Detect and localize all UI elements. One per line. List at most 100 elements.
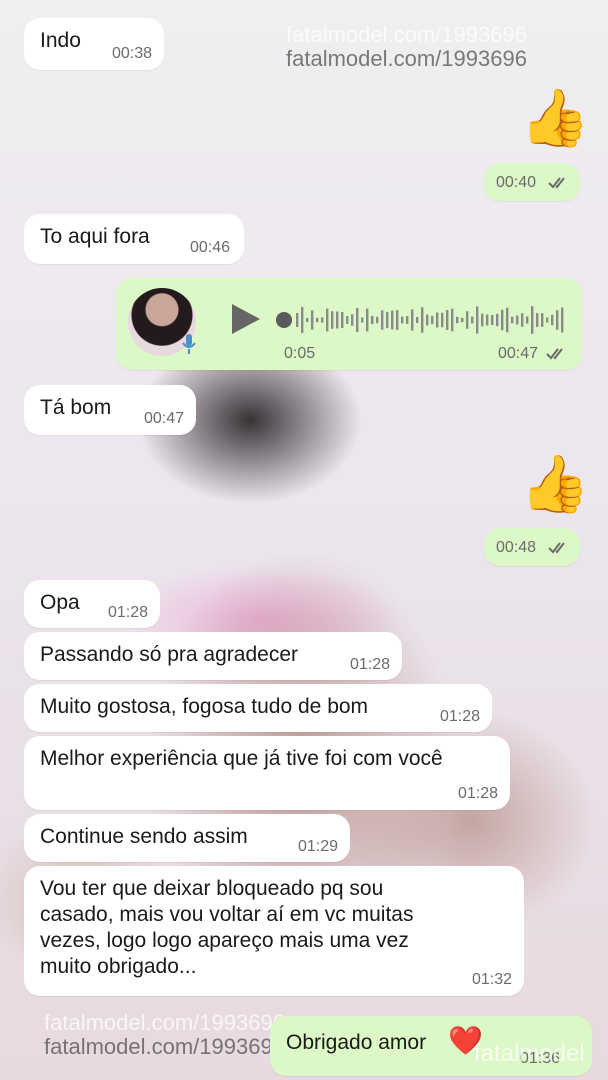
- waveform-bar: [306, 317, 309, 323]
- waveform-bar: [546, 317, 549, 323]
- waveform-bar: [446, 310, 449, 330]
- waveform-bar: [436, 312, 439, 328]
- message-time: 00:46: [189, 239, 230, 256]
- waveform-bar: [451, 308, 454, 332]
- message-bubble-incoming[interactable]: To aqui fora 00:46: [24, 214, 244, 264]
- waveform-bar: [521, 313, 524, 327]
- message-time: 01:29: [297, 838, 338, 855]
- double-check-icon: [548, 542, 565, 554]
- waveform-bar: [396, 310, 399, 330]
- audio-waveform[interactable]: [296, 300, 566, 340]
- message-text: To aqui fora: [40, 225, 150, 248]
- message-bubble-incoming[interactable]: Continue sendo assim 01:29: [24, 814, 350, 862]
- waveform-bar: [541, 313, 544, 327]
- thumbs-up-emoji: 👍: [520, 86, 590, 149]
- waveform-bar: [376, 316, 379, 324]
- waveform-bar: [356, 307, 359, 333]
- waveform-bar: [296, 313, 299, 327]
- waveform-bar: [386, 311, 389, 329]
- waveform-bar: [336, 311, 339, 329]
- play-icon[interactable]: [232, 304, 260, 334]
- waveform-bar: [481, 313, 484, 327]
- message-text: Opa: [40, 591, 80, 614]
- waveform-bar: [431, 315, 434, 325]
- waveform-bar: [471, 316, 474, 324]
- waveform-bar: [516, 315, 519, 325]
- waveform-bar: [561, 307, 564, 333]
- watermark-bottom: fatalmodel.com/1993696: [44, 1034, 285, 1059]
- thumbs-up-emoji: 👍: [520, 452, 590, 515]
- waveform-bar: [511, 316, 514, 324]
- waveform-bar: [426, 314, 429, 326]
- waveform-bar: [301, 306, 304, 334]
- double-check-icon: [548, 177, 565, 189]
- waveform-bar: [456, 316, 459, 324]
- waveform-bar: [401, 316, 404, 324]
- message-text: Obrigado amor: [286, 1031, 427, 1054]
- waveform-bar: [496, 313, 499, 327]
- waveform-bar: [556, 310, 559, 330]
- waveform-bar: [366, 308, 369, 332]
- waveform-bar: [311, 310, 314, 330]
- waveform-bar: [321, 317, 324, 323]
- message-bubble-incoming[interactable]: Vou ter que deixar bloqueado pq sou casa…: [24, 866, 524, 996]
- waveform-bar: [406, 316, 409, 324]
- message-bubble-incoming[interactable]: Melhor experiência que já tive foi com v…: [24, 736, 510, 810]
- watermark-top-faint: fatalmodel.com/1993696: [286, 22, 527, 47]
- watermark-brand: fatalmodel: [474, 1040, 585, 1067]
- message-bubble-incoming[interactable]: Muito gostosa, fogosa tudo de bom 01:28: [24, 684, 492, 732]
- message-time: 01:32: [471, 971, 512, 988]
- message-time: 00:47: [497, 345, 538, 362]
- waveform-bar: [326, 308, 329, 332]
- message-text: Vou ter que deixar bloqueado pq sou casa…: [40, 877, 414, 978]
- message-time: 00:47: [143, 410, 184, 427]
- message-bubble-outgoing[interactable]: 00:40: [484, 163, 580, 201]
- waveform-bar: [466, 311, 469, 329]
- waveform-bar: [416, 316, 419, 324]
- message-text: Passando só pra agradecer: [40, 643, 298, 666]
- message-time: 01:28: [457, 785, 498, 802]
- message-text: Continue sendo assim: [40, 825, 248, 848]
- message-time: 01:28: [439, 708, 480, 725]
- message-bubble-incoming[interactable]: Tá bom 00:47: [24, 385, 196, 435]
- waveform-bar: [441, 312, 444, 328]
- message-time: 00:38: [111, 45, 152, 62]
- message-text: Melhor experiência que já tive foi com v…: [40, 747, 443, 770]
- message-text: Muito gostosa, fogosa tudo de bom: [40, 695, 369, 718]
- waveform-bar: [411, 309, 414, 331]
- message-bubble-incoming[interactable]: Opa 01:28: [24, 580, 160, 628]
- message-bubble-outgoing[interactable]: 00:48: [484, 528, 580, 566]
- message-text: Tá bom: [40, 396, 112, 419]
- watermark-top: fatalmodel.com/1993696: [286, 46, 527, 71]
- waveform-bar: [536, 313, 539, 327]
- watermark-bottom-faint: fatalmodel.com/1993696: [44, 1010, 285, 1035]
- waveform-bar: [491, 314, 494, 326]
- waveform-bar: [526, 316, 529, 324]
- waveform-bar: [351, 314, 354, 326]
- playback-slider-thumb[interactable]: [276, 312, 292, 328]
- waveform-bar: [371, 315, 374, 325]
- waveform-bar: [506, 307, 509, 333]
- voice-message-bubble[interactable]: 0:05 00:47: [116, 278, 582, 370]
- message-text: Indo: [40, 29, 81, 52]
- waveform-bar: [551, 314, 554, 326]
- waveform-bar: [331, 311, 334, 329]
- message-time: 00:40: [496, 174, 537, 191]
- waveform-bar: [461, 317, 464, 323]
- message-time: 01:28: [349, 656, 390, 673]
- waveform-bar: [346, 316, 349, 324]
- waveform-bar: [421, 307, 424, 333]
- waveform-bar: [381, 310, 384, 330]
- waveform-bar: [501, 309, 504, 331]
- message-time: 01:28: [107, 604, 148, 621]
- double-check-icon: [546, 348, 563, 360]
- mic-icon: [182, 334, 196, 354]
- voice-duration: 0:05: [284, 345, 316, 362]
- waveform-bar: [361, 317, 364, 323]
- message-bubble-incoming[interactable]: Indo 00:38: [24, 18, 164, 70]
- waveform-bar: [316, 317, 319, 323]
- message-bubble-incoming[interactable]: Passando só pra agradecer 01:28: [24, 632, 402, 680]
- message-time: 00:48: [496, 539, 537, 556]
- waveform-bar: [531, 306, 534, 334]
- waveform-bar: [476, 306, 479, 334]
